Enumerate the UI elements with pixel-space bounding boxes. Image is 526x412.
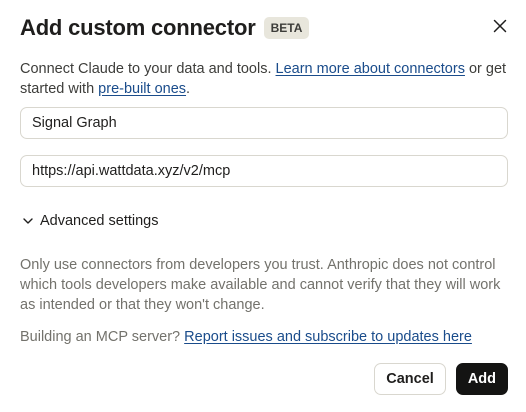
- connector-url-input[interactable]: [20, 155, 508, 187]
- trust-warning-text: Only use connectors from developers you …: [20, 257, 501, 313]
- intro-text: Connect Claude to your data and tools. L…: [20, 59, 508, 99]
- prebuilt-connectors-link[interactable]: pre-built ones: [98, 81, 186, 97]
- mcp-server-note: Building an MCP server? Report issues an…: [20, 327, 508, 347]
- close-button[interactable]: [488, 16, 512, 40]
- learn-more-link[interactable]: Learn more about connectors: [276, 61, 465, 77]
- cancel-button[interactable]: Cancel: [374, 363, 446, 395]
- report-issues-link[interactable]: Report issues and subscribe to updates h…: [184, 329, 472, 345]
- advanced-settings-toggle[interactable]: Advanced settings: [20, 210, 159, 232]
- dialog-header: Add custom connector BETA: [20, 12, 512, 44]
- add-connector-dialog: Add custom connector BETA Connect Claude…: [0, 0, 526, 412]
- connector-name-input[interactable]: [20, 107, 508, 139]
- dialog-actions: Cancel Add: [374, 363, 508, 395]
- intro-text-after: .: [186, 81, 191, 97]
- beta-badge: BETA: [263, 17, 310, 39]
- dialog-title: Add custom connector: [20, 15, 256, 40]
- mcp-server-note-text: Building an MCP server?: [20, 329, 185, 345]
- close-icon: [493, 19, 507, 38]
- add-button[interactable]: Add: [455, 363, 508, 395]
- chevron-down-icon: [20, 213, 36, 229]
- intro-text-before: Connect Claude to your data and tools.: [20, 61, 276, 77]
- advanced-settings-label: Advanced settings: [40, 213, 159, 229]
